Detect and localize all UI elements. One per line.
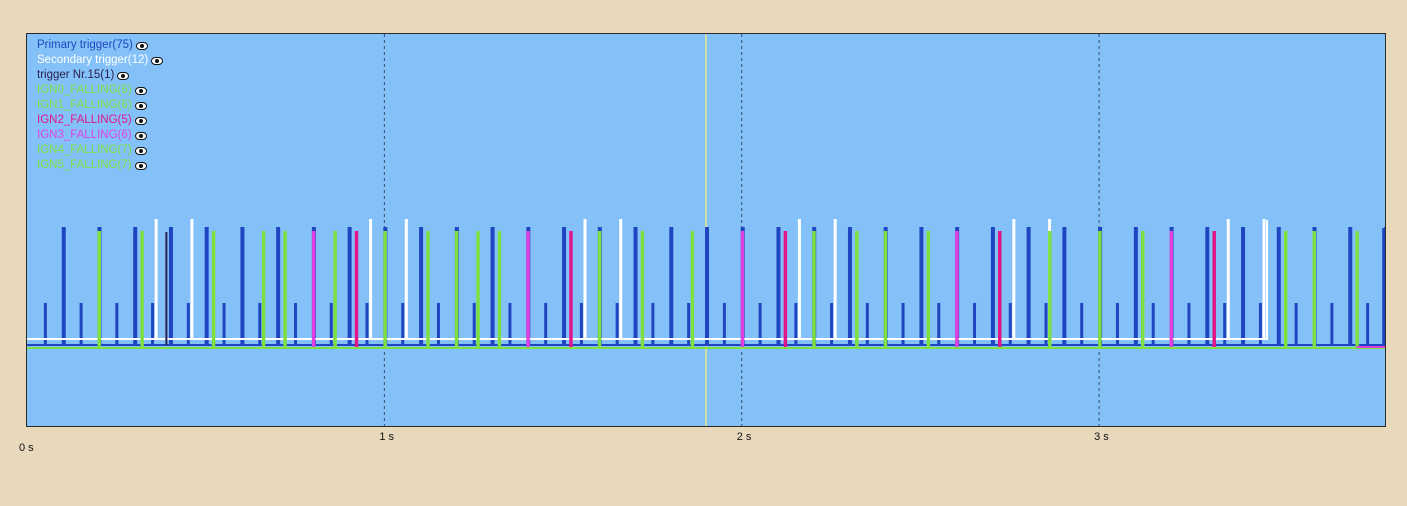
- legend-label: IGN4_FALLING(7): [37, 144, 132, 156]
- eye-icon[interactable]: [135, 41, 148, 50]
- x-tick-label-0: 1 s: [379, 431, 395, 443]
- eye-icon[interactable]: [134, 116, 147, 125]
- legend-label: IGN3_FALLING(6): [37, 129, 132, 141]
- legend-entry-6[interactable]: IGN3_FALLING(6): [37, 128, 163, 143]
- legend-label: trigger Nr.15(1): [37, 69, 115, 81]
- legend-label: IGN5_FALLING(7): [37, 159, 132, 171]
- plot-area[interactable]: Primary trigger(75) Secondary trigger(12)…: [26, 33, 1386, 427]
- eye-icon[interactable]: [134, 146, 147, 155]
- legend-label: Primary trigger(75): [37, 39, 133, 51]
- x-tick-label-2: 3 s: [1094, 431, 1109, 443]
- legend-entry-1[interactable]: Secondary trigger(12): [37, 53, 164, 68]
- legend-label: IGN1_FALLING(6): [37, 99, 132, 111]
- eye-icon[interactable]: [134, 131, 147, 140]
- waveform-plot[interactable]: [27, 34, 1385, 426]
- eye-icon[interactable]: [151, 56, 164, 65]
- legend-entry-0[interactable]: Primary trigger(75): [37, 38, 163, 53]
- eye-icon[interactable]: [134, 101, 147, 110]
- legend-entry-8[interactable]: IGN5_FALLING(7): [37, 158, 163, 173]
- legend-label: Secondary trigger(12): [37, 54, 149, 66]
- legend-entry-3[interactable]: IGN0_FALLING(6): [37, 83, 163, 98]
- legend-entry-7[interactable]: IGN4_FALLING(7): [37, 143, 163, 158]
- legend-entry-2[interactable]: trigger Nr.15(1): [37, 68, 163, 83]
- eye-icon[interactable]: [134, 161, 147, 170]
- legend-label: IGN0_FALLING(6): [37, 84, 132, 96]
- legend-entry-4[interactable]: IGN1_FALLING(6): [37, 98, 163, 113]
- series-primary-trigger: [27, 227, 1385, 346]
- legend: Primary trigger(75) Secondary trigger(12)…: [37, 38, 164, 173]
- x-origin-label: 0 s: [19, 442, 34, 454]
- legend-entry-5[interactable]: IGN2_FALLING(5): [37, 113, 163, 128]
- eye-icon[interactable]: [117, 71, 130, 80]
- eye-icon[interactable]: [134, 86, 147, 95]
- legend-label: IGN2_FALLING(5): [37, 114, 132, 126]
- x-tick-label-1: 2 s: [736, 431, 752, 443]
